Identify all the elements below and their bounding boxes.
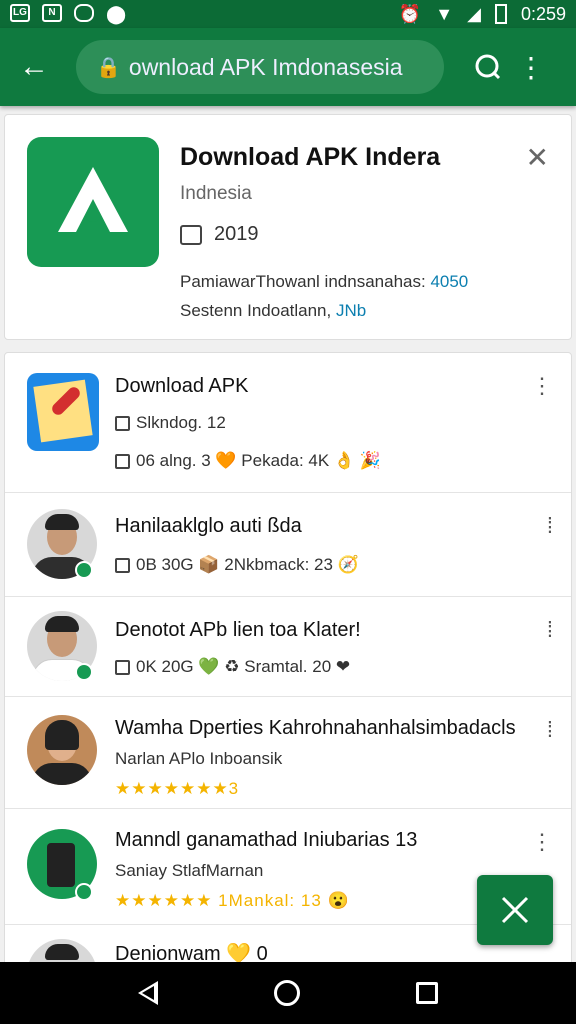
calendar-icon — [180, 224, 202, 245]
item-meta-text: 06 alng. 3 🧡 Pekada: 4K 👌 🎉 — [136, 451, 381, 470]
item-title: Download APK — [115, 375, 249, 397]
item-title: Denotot APb lien toa Klater! — [115, 619, 361, 641]
close-icon — [501, 896, 529, 924]
url-text: ownload APK Imdonasesia — [128, 53, 403, 80]
app-description: PamiawarThowanl indnsanahas: 4050 Sesten… — [180, 267, 468, 325]
item-title: Hanilaaklglo auti ßda — [115, 515, 302, 537]
release-year: 2019 — [180, 223, 259, 246]
signal-icon: ◢ — [467, 3, 481, 24]
more-options-icon[interactable]: ⁞ — [547, 717, 553, 743]
lg-notification-icon: LG — [10, 3, 30, 22]
nav-home-icon[interactable] — [274, 980, 300, 1006]
item-link[interactable]: Saniay StlafMarnan — [115, 861, 263, 881]
download-apk-app-icon — [27, 373, 99, 451]
browser-toolbar: ← 🔒 ownload APK Imdonasesia ⋮ — [0, 28, 576, 106]
star-rating: ★★★★★★★3 — [115, 779, 240, 798]
status-bar: LG N ⬤ ⏰ ▼ ◢ 0:259 — [0, 0, 576, 28]
item-meta: 0K 20G 💚 ♻ Sramtal. 20 ❤ — [115, 657, 350, 677]
list-item[interactable]: Wamha Dperties Kahrohnahanhalsimbadacls … — [5, 697, 571, 809]
item-title: Manndl ganamathad Iniubarias 13 — [115, 829, 418, 851]
app-header-card: Download APK Indera ✕ Indnesia 2019 Pami… — [4, 114, 572, 340]
desc-line2: Sestenn Indoatlann, — [180, 301, 332, 320]
item-title: Wamha Dperties Kahrohnahanhalsimbadacls — [115, 717, 516, 739]
more-options-icon[interactable]: ⋮ — [531, 829, 553, 855]
app-title: Download APK Indera — [180, 143, 441, 171]
overflow-menu-icon[interactable]: ⋮ — [516, 51, 546, 84]
desc-link2[interactable]: JNb — [336, 301, 366, 320]
alarm-icon: ⏰ — [398, 3, 422, 24]
app-logo-icon — [27, 137, 159, 267]
wifi-icon: ▼ — [435, 3, 454, 24]
app-subtitle: Indnesia — [180, 183, 252, 204]
message-notification-icon — [74, 3, 94, 22]
list-item[interactable]: Download APK Slkndog. 12 06 alng. 3 🧡 Pe… — [5, 353, 571, 493]
list-item[interactable]: Denotot APb lien toa Klater! 0K 20G 💚 ♻ … — [5, 597, 571, 697]
star-rating: ★★★★★★ 1Mankal: 13 😮 — [115, 891, 350, 910]
checkbox-icon — [115, 557, 130, 573]
checkbox-icon — [115, 415, 130, 431]
nav-recents-icon[interactable] — [416, 982, 438, 1004]
item-meta-text: 0K 20G 💚 ♻ Sramtal. 20 ❤ — [136, 657, 351, 676]
item-link[interactable]: Narlan APlo Inboansik — [115, 749, 282, 769]
desc-link1[interactable]: 4050 — [430, 272, 468, 291]
item-meta: Slkndog. 12 — [115, 413, 226, 433]
item-meta: 0B 30G 📦 2Nkbmack: 23 🧭 — [115, 555, 359, 575]
more-options-icon[interactable]: ⋮ — [531, 373, 553, 399]
system-nav-bar — [0, 962, 576, 1024]
verified-badge-icon — [75, 663, 93, 681]
nav-back-icon[interactable] — [138, 981, 158, 1005]
desc-line1: PamiawarThowanl indnsanahas: — [180, 272, 426, 291]
item-meta-2: 06 alng. 3 🧡 Pekada: 4K 👌 🎉 — [115, 451, 381, 471]
lock-icon: 🔒 — [96, 56, 121, 79]
year-text: 2019 — [214, 223, 259, 245]
verified-badge-icon — [75, 883, 93, 901]
back-arrow-icon[interactable]: ← — [12, 50, 56, 84]
close-fab-button[interactable] — [477, 875, 553, 945]
search-icon — [475, 54, 501, 80]
list-item[interactable]: Hanilaaklglo auti ßda 0B 30G 📦 2Nkbmack:… — [5, 493, 571, 597]
search-button[interactable] — [466, 45, 510, 89]
battery-icon — [494, 4, 507, 24]
item-meta-text: 0B 30G 📦 2Nkbmack: 23 🧭 — [136, 555, 359, 574]
avatar — [27, 715, 97, 785]
more-options-icon[interactable]: ⁞ — [547, 617, 553, 643]
verified-badge-icon — [75, 561, 93, 579]
notification-icons: LG N ⬤ — [10, 3, 127, 25]
location-pin-icon: ⬤ — [106, 3, 127, 24]
url-bar[interactable]: 🔒 ownload APK Imdonasesia — [76, 40, 444, 94]
close-icon[interactable]: ✕ — [526, 141, 549, 174]
news-notification-icon: N — [42, 3, 62, 22]
checkbox-icon — [115, 453, 130, 469]
more-options-icon[interactable]: ⁞ — [547, 513, 553, 539]
checkbox-icon — [115, 659, 130, 675]
status-right: ⏰ ▼ ◢ 0:259 — [399, 4, 566, 25]
clock-time: 0:259 — [520, 3, 566, 24]
item-meta-text: Slkndog. 12 — [136, 413, 226, 432]
